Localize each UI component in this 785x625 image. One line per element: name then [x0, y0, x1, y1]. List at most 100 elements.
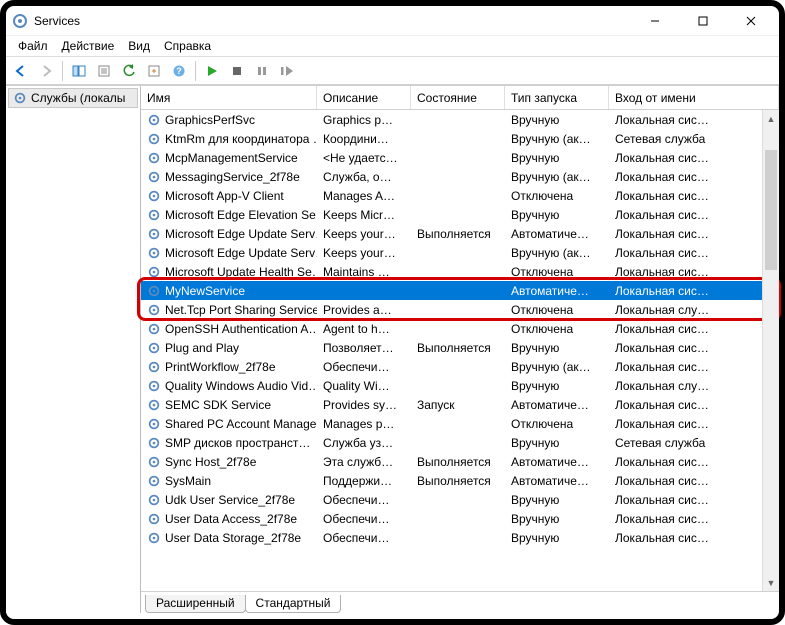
sidebar-item-services-local[interactable]: Службы (локалы [8, 88, 138, 108]
svc-logon: Локальная сис… [609, 322, 779, 336]
gear-icon [147, 189, 161, 203]
gear-icon [147, 303, 161, 317]
table-row[interactable]: SysMainПоддержи…ВыполняетсяАвтоматиче…Ло… [141, 471, 779, 490]
stop-service-button[interactable] [226, 60, 248, 82]
gear-icon [147, 436, 161, 450]
table-row[interactable]: User Data Storage_2f78eОбеспечи…ВручнуюЛ… [141, 528, 779, 547]
gear-icon [147, 113, 161, 127]
refresh-button[interactable] [118, 60, 140, 82]
svc-desc: Поддержи… [317, 474, 411, 488]
col-logon[interactable]: Вход от имени [609, 86, 779, 109]
tab-extended[interactable]: Расширенный [145, 595, 246, 613]
svc-name: Net.Tcp Port Sharing Service [165, 303, 317, 317]
table-row[interactable]: Quality Windows Audio Vid…Quality Wi…Вру… [141, 376, 779, 395]
menu-action[interactable]: Действие [56, 39, 121, 53]
restart-service-button[interactable] [276, 60, 298, 82]
table-row[interactable]: Microsoft Edge Update Serv…Keeps your…Вр… [141, 243, 779, 262]
table-row[interactable]: OpenSSH Authentication A…Agent to h…Откл… [141, 319, 779, 338]
svc-desc: Обеспечи… [317, 360, 411, 374]
sidebar: Службы (локалы [6, 86, 141, 613]
maximize-button[interactable] [681, 7, 725, 35]
svc-logon: Локальная сис… [609, 170, 779, 184]
svc-logon: Локальная сис… [609, 417, 779, 431]
table-row[interactable]: Microsoft Update Health Se…Maintains …От… [141, 262, 779, 281]
col-start[interactable]: Тип запуска [505, 86, 609, 109]
nav-back-button[interactable] [10, 60, 32, 82]
svc-start: Вручную [505, 436, 609, 450]
table-row[interactable]: Net.Tcp Port Sharing ServiceProvides a…О… [141, 300, 779, 319]
svc-name: SysMain [165, 474, 211, 488]
gear-icon [147, 398, 161, 412]
menu-help[interactable]: Справка [158, 39, 217, 53]
table-row[interactable]: Udk User Service_2f78eОбеспечи…ВручнуюЛо… [141, 490, 779, 509]
table-row[interactable]: Shared PC Account ManagerManages p…Отклю… [141, 414, 779, 433]
properties-button[interactable] [93, 60, 115, 82]
svc-name: OpenSSH Authentication A… [165, 322, 317, 336]
svc-logon: Локальная сис… [609, 341, 779, 355]
table-row[interactable]: SEMC SDK ServiceProvides sy…ЗапускАвтома… [141, 395, 779, 414]
tab-standard[interactable]: Стандартный [245, 595, 342, 613]
scroll-down-arrow[interactable]: ▼ [763, 574, 779, 591]
col-name[interactable]: Имя [141, 86, 317, 109]
svc-state: Выполняется [411, 227, 505, 241]
svc-logon: Локальная сис… [609, 189, 779, 203]
help-button[interactable]: ? [168, 60, 190, 82]
svc-logon: Сетевая служба [609, 132, 779, 146]
table-row[interactable]: KtmRm для координатора …Координи…Вручную… [141, 129, 779, 148]
svc-logon: Локальная сис… [609, 474, 779, 488]
scroll-up-arrow[interactable]: ▲ [763, 110, 779, 127]
table-row[interactable]: Plug and PlayПозволяет…ВыполняетсяВручну… [141, 338, 779, 357]
svc-logon: Локальная сис… [609, 284, 779, 298]
gear-icon [147, 246, 161, 260]
table-row[interactable]: MessagingService_2f78eСлужба, о…Вручную … [141, 167, 779, 186]
svc-desc: Provides a… [317, 303, 411, 317]
table-row[interactable]: Sync Host_2f78eЭта служб…ВыполняетсяАвто… [141, 452, 779, 471]
svc-name: Microsoft App-V Client [165, 189, 284, 203]
pause-service-button[interactable] [251, 60, 273, 82]
table-row[interactable]: MyNewServiceАвтоматиче…Локальная сис… [141, 281, 779, 300]
svc-start: Отключена [505, 189, 609, 203]
show-tree-button[interactable] [68, 60, 90, 82]
service-list[interactable]: GraphicsPerfSvcGraphics p…ВручнуюЛокальн… [141, 110, 779, 591]
table-row[interactable]: GraphicsPerfSvcGraphics p…ВручнуюЛокальн… [141, 110, 779, 129]
svc-start: Автоматиче… [505, 398, 609, 412]
table-row[interactable]: Microsoft App-V ClientManages A…Отключен… [141, 186, 779, 205]
titlebar: Services [6, 6, 779, 36]
svc-name: PrintWorkflow_2f78e [165, 360, 276, 374]
svc-start: Вручную (ак… [505, 360, 609, 374]
svc-start: Вручную [505, 531, 609, 545]
table-row[interactable]: McpManagementService<Не удаетс…ВручнуюЛо… [141, 148, 779, 167]
close-button[interactable] [729, 7, 773, 35]
export-list-button[interactable] [143, 60, 165, 82]
table-row[interactable]: SMP дисков пространст…Служба уз…ВручнуюС… [141, 433, 779, 452]
menu-view[interactable]: Вид [122, 39, 156, 53]
svc-desc: Служба уз… [317, 436, 411, 450]
gear-icon [147, 474, 161, 488]
svc-desc: Keeps Micr… [317, 208, 411, 222]
svc-start: Вручную [505, 341, 609, 355]
svc-name: Microsoft Edge Elevation Se… [165, 208, 317, 222]
col-state[interactable]: Состояние [411, 86, 505, 109]
nav-forward-button[interactable] [35, 60, 57, 82]
table-row[interactable]: Microsoft Edge Update Serv…Keeps your…Вы… [141, 224, 779, 243]
table-row[interactable]: User Data Access_2f78eОбеспечи…ВручнуюЛо… [141, 509, 779, 528]
svc-name: SEMC SDK Service [165, 398, 271, 412]
svc-name: Quality Windows Audio Vid… [165, 379, 317, 393]
svc-logon: Локальная слу… [609, 379, 779, 393]
svc-desc: Keeps your… [317, 227, 411, 241]
gear-icon [147, 322, 161, 336]
vertical-scrollbar[interactable]: ▲ ▼ [762, 110, 779, 591]
menu-file[interactable]: Файл [12, 39, 54, 53]
minimize-button[interactable] [633, 7, 677, 35]
svc-desc: Обеспечи… [317, 531, 411, 545]
svc-desc: Обеспечи… [317, 493, 411, 507]
table-row[interactable]: Microsoft Edge Elevation Se…Keeps Micr…В… [141, 205, 779, 224]
svc-name: Microsoft Edge Update Serv… [165, 227, 317, 241]
svc-desc: Обеспечи… [317, 512, 411, 526]
svc-desc: Graphics p… [317, 113, 411, 127]
gear-icon [147, 531, 161, 545]
table-row[interactable]: PrintWorkflow_2f78e Обеспечи… Вручную (ак…… [141, 357, 779, 376]
col-desc[interactable]: Описание [317, 86, 411, 109]
scroll-thumb[interactable] [765, 150, 777, 270]
start-service-button[interactable] [201, 60, 223, 82]
